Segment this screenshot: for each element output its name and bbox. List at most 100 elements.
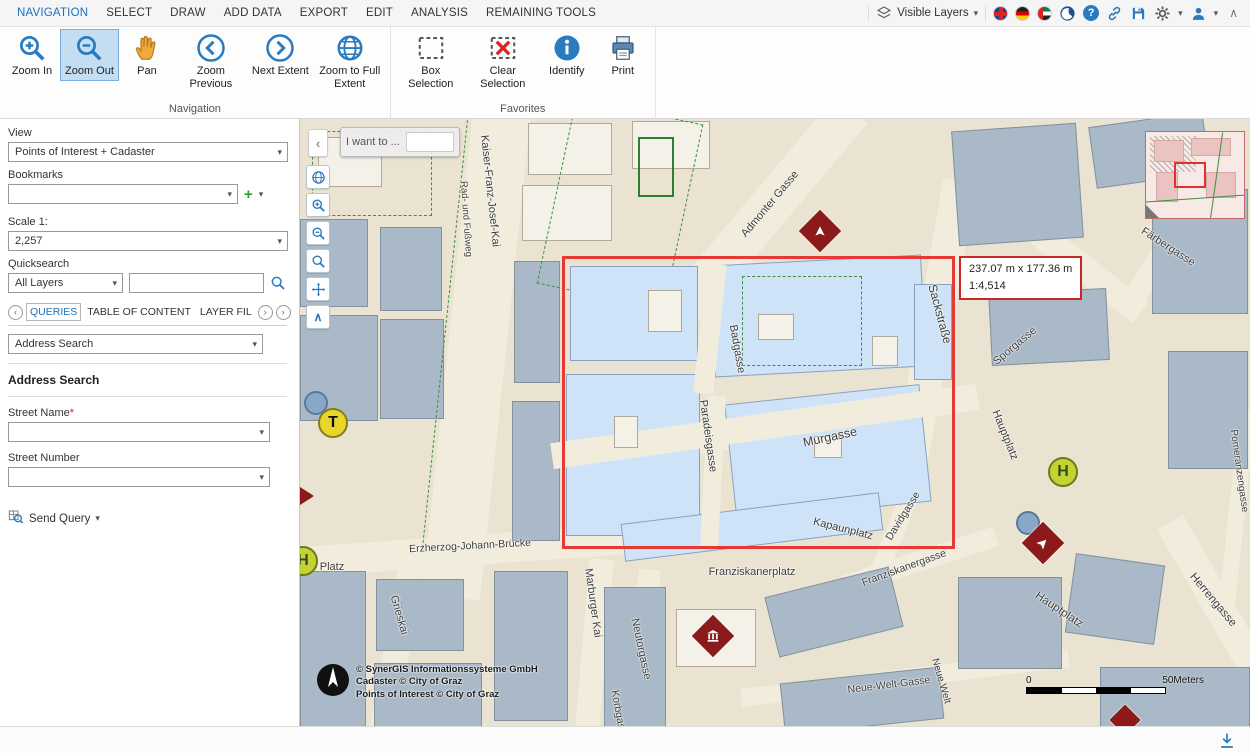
- user-account-icon[interactable]: [1190, 5, 1207, 22]
- tab-queries[interactable]: QUERIES: [26, 303, 81, 321]
- download-button[interactable]: [1218, 732, 1236, 750]
- bookmarks-select[interactable]: ▾: [8, 184, 238, 204]
- tabs-scroll-left-button[interactable]: ‹: [8, 305, 23, 320]
- send-query-options-caret[interactable]: ▾: [95, 513, 100, 524]
- next-extent-button[interactable]: Next Extent: [247, 29, 314, 81]
- menu-tab-navigation[interactable]: NAVIGATION: [8, 7, 97, 19]
- menu-tab-draw[interactable]: DRAW: [161, 7, 215, 19]
- layers-icon: [876, 5, 892, 21]
- zoom-full-extent-button[interactable]: Zoom to Full Extent: [314, 29, 386, 93]
- overview-extent-rectangle[interactable]: [1174, 162, 1206, 188]
- menu-tab-add-data[interactable]: ADD DATA: [215, 7, 291, 19]
- map-canvas[interactable]: Kaiser-Franz-Josef-Kai Rad- und Fußweg A…: [300, 119, 1250, 726]
- dark-mode-moon-icon[interactable]: [1059, 5, 1076, 22]
- tab-layer-filter[interactable]: LAYER FIL: [197, 304, 255, 320]
- chevron-down-icon: ▾: [259, 472, 264, 483]
- print-button[interactable]: Print: [595, 29, 651, 81]
- map-building-block: [380, 319, 444, 419]
- overview-resize-handle[interactable]: [1146, 205, 1159, 218]
- menu-tab-export[interactable]: EXPORT: [291, 7, 357, 19]
- transit-stop-marker[interactable]: T: [318, 408, 348, 438]
- globe-icon: [335, 33, 365, 63]
- zoom-out-button[interactable]: Zoom Out: [60, 29, 119, 81]
- clear-selection-button[interactable]: Clear Selection: [467, 29, 539, 93]
- download-icon: [1218, 732, 1236, 750]
- menu-bar: NAVIGATION SELECT DRAW ADD DATA EXPORT E…: [0, 0, 1250, 27]
- menu-tab-analysis[interactable]: ANALYSIS: [402, 7, 477, 19]
- settings-gear-icon[interactable]: [1154, 5, 1171, 22]
- save-icon[interactable]: [1130, 5, 1147, 22]
- chevron-down-icon: ▾: [259, 427, 264, 438]
- tabs-more-button[interactable]: ›: [276, 305, 291, 320]
- ribbon-group-navigation: Zoom In Zoom Out Pan Zoom Previous Next …: [0, 27, 391, 118]
- i-want-to-widget[interactable]: I want to ...: [340, 127, 460, 157]
- quicksearch-input[interactable]: [129, 273, 264, 293]
- map-full-extent-button[interactable]: [306, 165, 330, 189]
- map-zoom-out-button[interactable]: [306, 221, 330, 245]
- share-link-icon[interactable]: [1106, 5, 1123, 22]
- quicksearch-layer-select[interactable]: All Layers ▾: [8, 273, 123, 293]
- next-extent-icon: [265, 33, 295, 63]
- poi-arrow-marker[interactable]: [799, 210, 841, 252]
- chevron-down-icon: ▾: [974, 8, 979, 19]
- view-label: View: [8, 127, 287, 139]
- menu-tab-select[interactable]: SELECT: [97, 7, 161, 19]
- language-german-icon[interactable]: [1015, 6, 1030, 21]
- map-building-block: [951, 123, 1084, 246]
- zoom-in-button[interactable]: Zoom In: [4, 29, 60, 81]
- send-query-button[interactable]: Send Query ▾: [8, 509, 100, 528]
- form-title: Address Search: [8, 373, 287, 387]
- street-number-select[interactable]: ▾: [8, 467, 270, 487]
- view-select[interactable]: Points of Interest + Cadaster ▾: [8, 142, 288, 162]
- pan-button[interactable]: Pan: [119, 29, 175, 81]
- tooltip-scale: 1:4,514: [969, 278, 1072, 295]
- street-name-label: Street Name*: [8, 407, 287, 419]
- menu-tab-edit[interactable]: EDIT: [357, 7, 402, 19]
- scale-bar-segments: [1026, 687, 1166, 694]
- overview-map[interactable]: [1145, 131, 1245, 219]
- map-building-block: [300, 571, 366, 726]
- clear-selection-icon: [488, 33, 518, 63]
- add-bookmark-button[interactable]: +: [244, 187, 253, 202]
- map-zoom-window-button[interactable]: [306, 249, 330, 273]
- chevron-down-icon: ▾: [277, 236, 282, 247]
- tabs-scroll-right-button[interactable]: ›: [258, 305, 273, 320]
- hospital-marker[interactable]: H: [1048, 457, 1078, 487]
- scale-select[interactable]: 2,257 ▾: [8, 231, 288, 251]
- quicksearch-label: Quicksearch: [8, 258, 287, 270]
- box-selection-icon: [416, 33, 446, 63]
- box-selection-button[interactable]: Box Selection: [395, 29, 467, 93]
- visible-layers-dropdown[interactable]: Visible Layers ▾: [876, 5, 978, 21]
- menu-tab-remaining-tools[interactable]: REMAINING TOOLS: [477, 7, 605, 19]
- overview-block: [1206, 172, 1236, 198]
- map-zoom-in-button[interactable]: [306, 193, 330, 217]
- overview-block: [1191, 138, 1231, 156]
- overview-block: [1154, 140, 1184, 162]
- bookmark-options-caret[interactable]: ▾: [259, 189, 264, 200]
- arrow-icon: [812, 223, 828, 239]
- map-building-block: [376, 579, 464, 651]
- help-icon[interactable]: ?: [1083, 5, 1099, 21]
- street-label: Franziskanerplatz: [709, 566, 796, 578]
- language-arabic-icon[interactable]: [1037, 6, 1052, 21]
- i-want-to-input[interactable]: [406, 132, 454, 152]
- chevron-down-icon: ▾: [1178, 8, 1183, 19]
- print-icon: [608, 33, 638, 63]
- map-tools-collapse-button[interactable]: ∧: [306, 305, 330, 329]
- zoom-in-icon: [311, 198, 326, 213]
- collapse-ribbon-icon[interactable]: ∧: [1225, 6, 1242, 20]
- sidebar-collapse-button[interactable]: ‹: [308, 129, 328, 157]
- language-english-icon[interactable]: [993, 6, 1008, 21]
- zoom-previous-button[interactable]: Zoom Previous: [175, 29, 247, 93]
- identify-button[interactable]: Identify: [539, 29, 595, 81]
- scale-bar-end-label: 50Meters: [1162, 675, 1204, 686]
- visible-layers-label: Visible Layers: [897, 7, 968, 19]
- street-name-input[interactable]: ▾: [8, 422, 270, 442]
- street-label: Hauptplatz: [990, 408, 1021, 461]
- tab-table-of-content[interactable]: TABLE OF CONTENT: [84, 304, 194, 320]
- send-query-icon: [8, 509, 24, 528]
- map-pan-center-button[interactable]: [306, 277, 330, 301]
- quicksearch-search-icon[interactable]: [270, 275, 286, 291]
- query-type-select[interactable]: Address Search ▾: [8, 334, 263, 354]
- bottom-bar: [0, 726, 1250, 753]
